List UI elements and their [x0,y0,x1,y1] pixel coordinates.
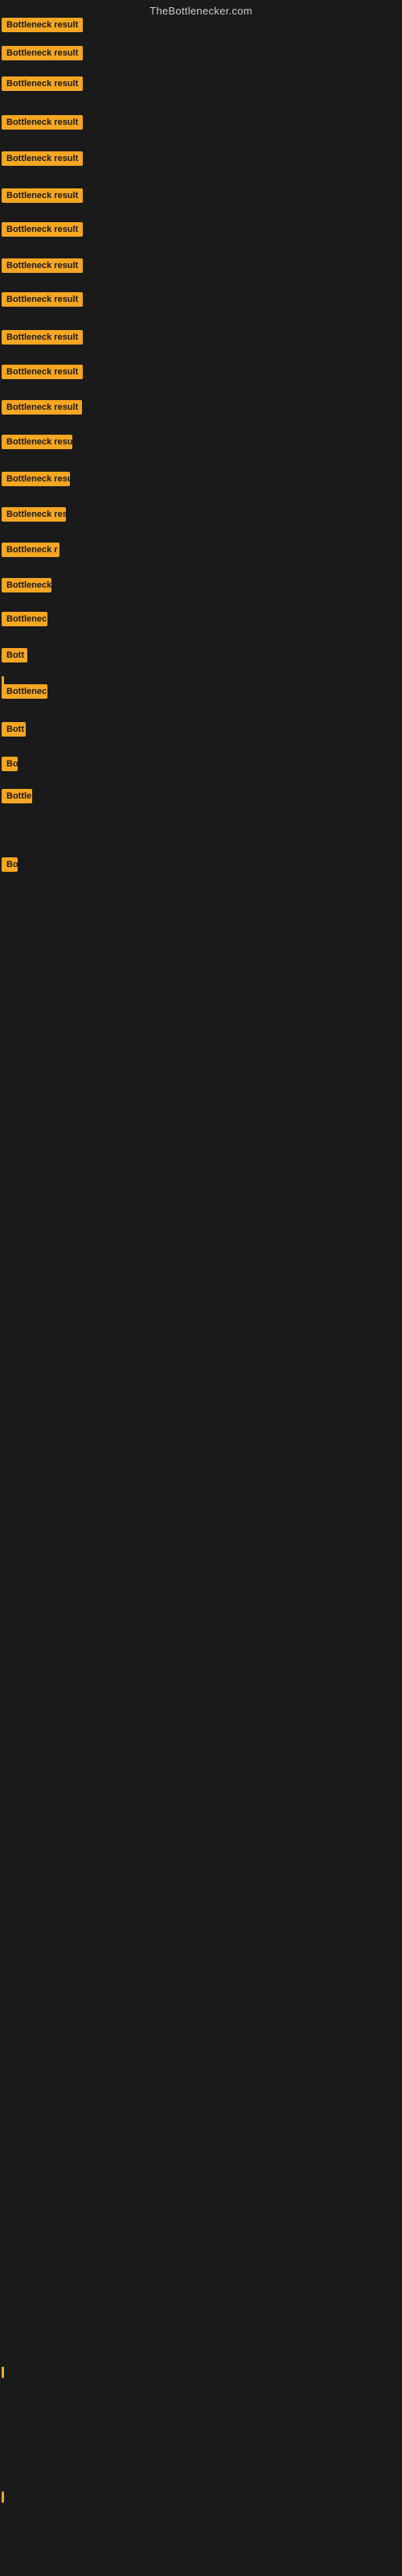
bottleneck-result-badge: Bottleneck result [2,365,83,383]
badge-label: Bottlenec [2,684,47,699]
bottleneck-result-badge: Bottleneck resu [2,435,72,453]
badge-label: Bottleneck result [2,400,82,415]
bottleneck-result-badge: Bo [2,857,18,876]
bottleneck-result-badge: Bottleneck result [2,115,83,134]
bottleneck-result-badge: Bottle [2,789,32,807]
badge-label: Bottleneck result [2,188,83,203]
badge-label: Bottleneck result [2,46,83,60]
badge-label: Bottleneck result [2,18,83,32]
vertical-bar [2,676,4,687]
bottleneck-result-badge: Bott [2,722,26,741]
bottleneck-result-badge: Bottleneck result [2,76,83,95]
badge-label: Bottleneck result [2,76,83,91]
badge-label: Bottle [2,789,32,803]
bottleneck-result-badge: Bottleneck result [2,188,83,207]
bottleneck-result-badge: Bottleneck result [2,18,83,36]
badge-label: Bottleneck result [2,151,83,166]
badge-label: Bottleneck result [2,292,83,307]
badge-label: Bo [2,757,18,771]
bottleneck-result-badge: Bottleneck r [2,543,59,561]
bottleneck-result-badge: Bo [2,757,18,775]
badge-label: Bottleneck result [2,115,83,130]
badge-label: Bo [2,857,18,872]
badge-label: Bott [2,648,27,663]
bottleneck-result-badge: Bottleneck result [2,330,83,349]
bottleneck-result-badge: Bottlenec [2,684,47,703]
bottleneck-result-badge: Bottleneck [2,578,51,597]
badge-label: Bottleneck [2,578,51,592]
badge-label: Bottleneck result [2,258,83,273]
badge-label: Bottlenec [2,612,47,626]
bottleneck-result-badge: Bottleneck result [2,400,82,419]
bottleneck-result-badge: Bottleneck result [2,151,83,170]
bottleneck-result-badge: Bott [2,648,27,667]
badge-label: Bottleneck result [2,222,83,237]
badge-label: Bottleneck res [2,507,66,522]
badge-label: Bottleneck resu [2,435,72,449]
bottleneck-result-badge: Bottleneck result [2,222,83,241]
badge-label: Bottleneck result [2,365,83,379]
vertical-bar [2,2367,4,2378]
bottleneck-result-badge: Bottleneck result [2,46,83,64]
bottleneck-result-badge: Bottleneck result [2,292,83,311]
badge-label: Bott [2,722,26,737]
bottleneck-result-badge: Bottleneck resu [2,472,70,490]
bottleneck-result-badge: Bottleneck result [2,258,83,277]
badge-label: Bottleneck resu [2,472,70,486]
bottleneck-result-badge: Bottlenec [2,612,47,630]
bottleneck-result-badge: Bottleneck res [2,507,66,526]
badge-label: Bottleneck result [2,330,83,345]
badge-label: Bottleneck r [2,543,59,557]
vertical-bar [2,2491,4,2503]
